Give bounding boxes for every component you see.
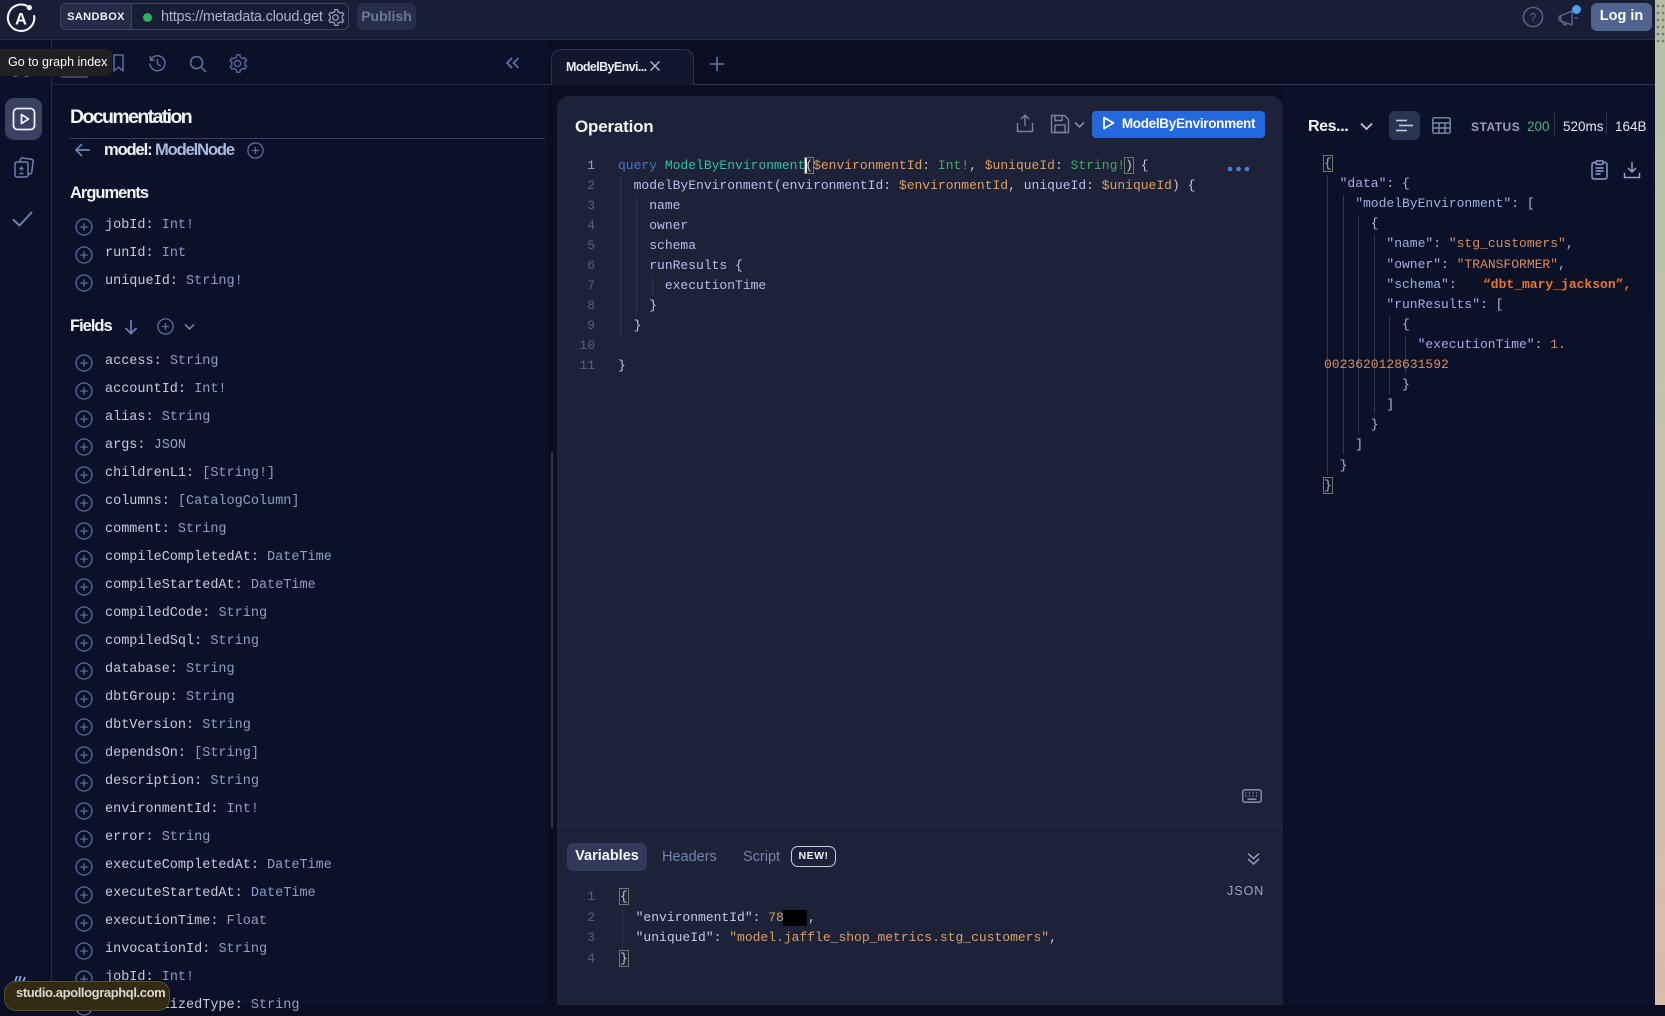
svg-text:?: ? [1530,11,1537,25]
svg-text:A: A [15,11,27,29]
